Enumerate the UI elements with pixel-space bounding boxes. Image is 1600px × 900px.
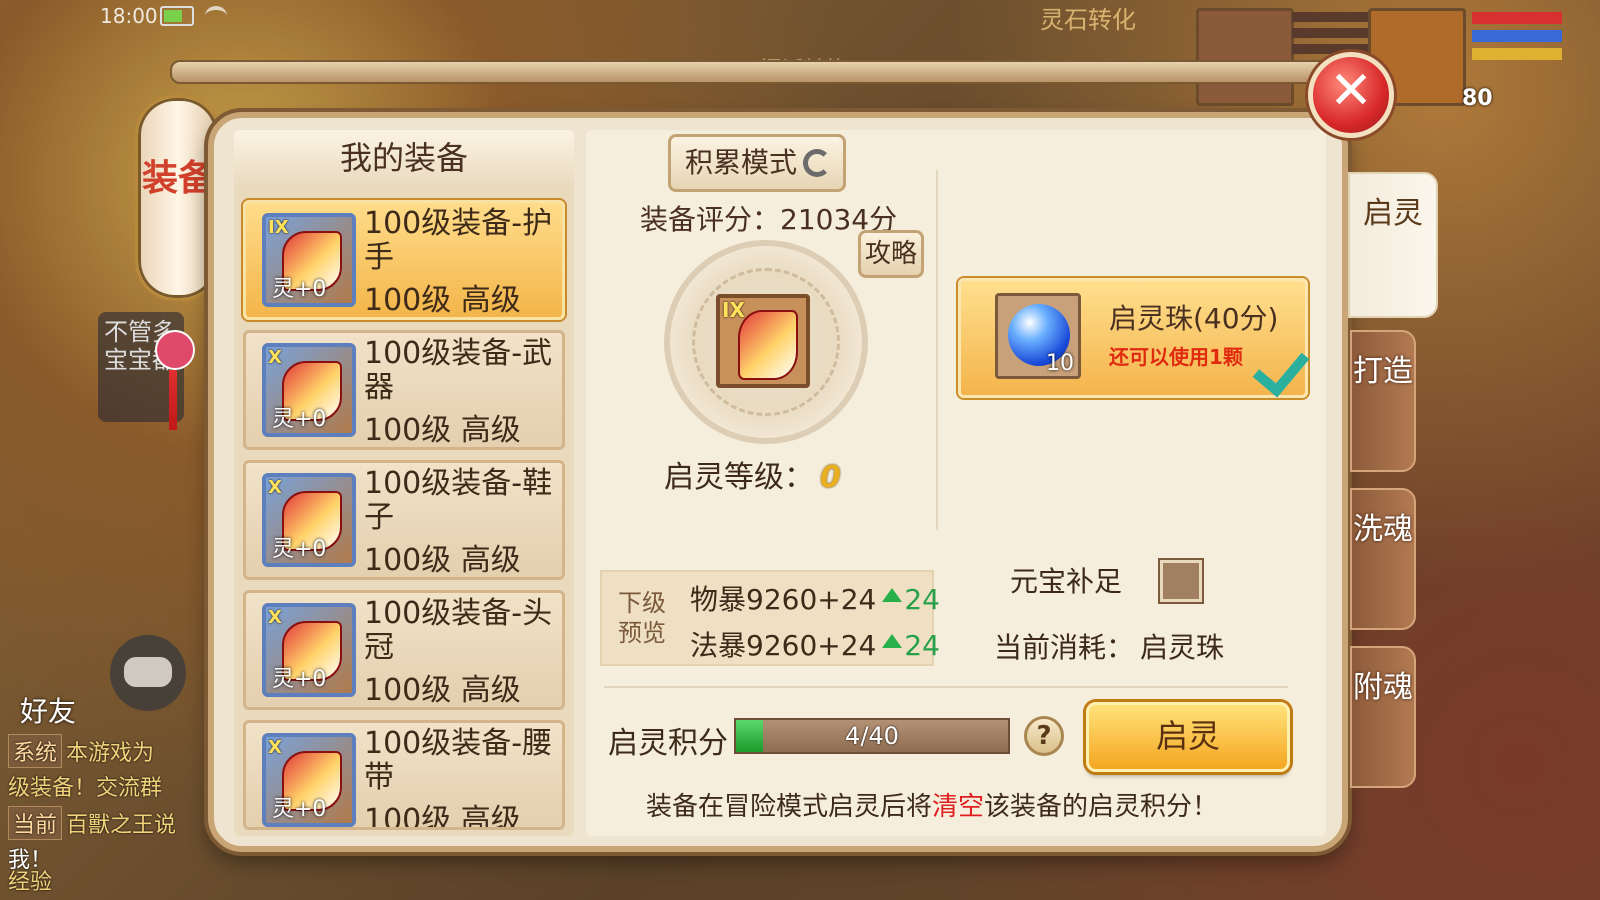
- divider: [604, 686, 1288, 688]
- mode-toggle-button[interactable]: 积累模式: [668, 134, 846, 192]
- gauntlet-icon: IX 灵+0: [262, 213, 356, 307]
- friends-label[interactable]: 好友: [20, 690, 76, 730]
- spirit-level: 启灵等级： 0: [664, 460, 841, 495]
- equipment-item[interactable]: X 灵+0 100级装备-头冠 100级 高级: [243, 590, 565, 710]
- help-button[interactable]: ?: [1024, 716, 1064, 756]
- helmet-icon: X 灵+0: [262, 603, 356, 697]
- orb-name: 启灵珠(40分): [1109, 302, 1279, 335]
- close-button[interactable]: ✕: [1308, 52, 1394, 138]
- equipment-level: 100级 高级: [364, 543, 521, 578]
- equipment-item[interactable]: X 灵+0 100级装备-武器 100级 高级: [243, 330, 565, 450]
- tab-spirit[interactable]: 启灵: [1348, 172, 1438, 318]
- cost-label: 当前消耗：: [994, 631, 1135, 664]
- equipment-score: 装备评分：21034分: [640, 203, 898, 236]
- tab-forge[interactable]: 打造: [1350, 330, 1416, 472]
- equipment-item[interactable]: IX 灵+0 100级装备-护手 100级 高级: [243, 200, 565, 320]
- points-progress-bar: 4/40: [734, 718, 1010, 754]
- wifi-icon: [205, 6, 227, 26]
- equipment-item[interactable]: X 灵+0 100级装备-腰带 100级 高级: [243, 720, 565, 830]
- equipment-level: 100级 高级: [364, 673, 521, 708]
- weapon-icon: X 灵+0: [262, 343, 356, 437]
- equipment-name: 100级装备-腰带: [364, 726, 553, 795]
- points-label: 启灵积分: [608, 726, 728, 761]
- ingot-fill-checkbox[interactable]: [1160, 560, 1202, 602]
- exp-label: 经验: [8, 870, 53, 895]
- guide-button[interactable]: 攻略: [858, 230, 924, 278]
- list-header: 我的装备: [234, 130, 574, 186]
- spirit-orb-card[interactable]: 10 启灵珠(40分) 还可以使用1颗: [958, 278, 1310, 398]
- preview-row: 物暴9260+24 24: [690, 583, 940, 616]
- player-level: 80: [1462, 86, 1493, 111]
- equipment-name: 100级装备-武器: [364, 336, 553, 405]
- ingot-fill-label: 元宝补足: [1010, 565, 1123, 598]
- tassel-decoration: [155, 330, 195, 470]
- close-icon: ✕: [1329, 61, 1373, 121]
- equipment-name: 100级装备-护手: [364, 206, 553, 275]
- next-level-preview: 下级预览 物暴9260+24 24 法暴9260+24 24: [600, 570, 940, 666]
- cost-value: 启灵珠: [1140, 631, 1225, 664]
- preview-label: 下级预览: [618, 589, 666, 647]
- tab-wash-soul[interactable]: 洗魂: [1350, 488, 1416, 630]
- lantern-label: 装备: [141, 158, 214, 199]
- equipment-level: 100级 高级: [364, 413, 521, 448]
- check-icon: [1252, 338, 1310, 398]
- preview-row: 法暴9260+24 24: [690, 629, 940, 662]
- equipment-name: 100级装备-头冠: [364, 596, 553, 665]
- player-bars: [1472, 12, 1562, 60]
- belt-icon: X 灵+0: [262, 733, 356, 827]
- arrow-up-icon: [882, 634, 903, 648]
- equipment-level: 100级 高级: [364, 803, 521, 830]
- arrow-up-icon: [882, 588, 903, 602]
- tab-attach-soul[interactable]: 附魂: [1350, 646, 1416, 788]
- footer-note: 装备在冒险模式启灵后将清空该装备的启灵积分！: [646, 792, 1219, 822]
- equipment-name: 100级装备-鞋子: [364, 466, 553, 535]
- selected-equipment-icon: IX: [716, 294, 810, 388]
- equipment-item[interactable]: X 灵+0 100级装备-鞋子 100级 高级: [243, 460, 565, 580]
- spirit-orb-icon: 10: [995, 293, 1081, 379]
- orb-note: 还可以使用1颗: [1109, 345, 1243, 369]
- chat-icon: [124, 657, 172, 687]
- divider: [936, 170, 938, 530]
- battery-icon: [160, 6, 194, 26]
- activate-button[interactable]: 启灵: [1086, 702, 1290, 772]
- status-time: 18:00: [100, 4, 158, 28]
- chat-button[interactable]: [110, 635, 186, 711]
- bg-top-label: 灵石转化: [1040, 6, 1136, 34]
- swap-icon: [803, 149, 831, 177]
- spirit-level-value: 0: [820, 460, 841, 495]
- chat-line: 当前 百獸之王说: [8, 806, 176, 840]
- points-progress-text: 4/40: [845, 722, 899, 750]
- chat-line: 级装备！交流群: [8, 776, 163, 801]
- scroll-rod: [170, 60, 1344, 84]
- companion-avatar[interactable]: [1196, 8, 1294, 106]
- shoes-icon: X 灵+0: [262, 473, 356, 567]
- equipment-level: 100级 高级: [364, 283, 521, 318]
- chat-line: 系统 本游戏为: [8, 734, 154, 768]
